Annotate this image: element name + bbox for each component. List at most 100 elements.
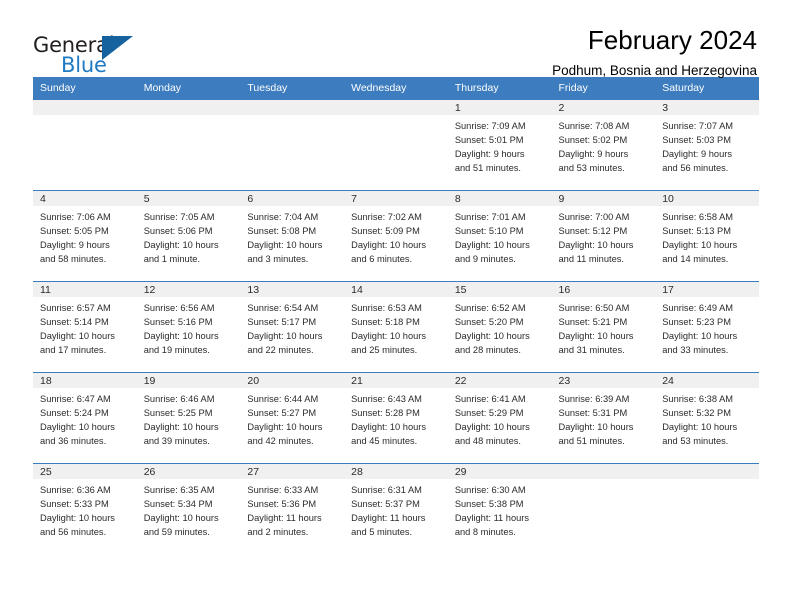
daylight-text-cont: and 8 minutes. xyxy=(454,527,516,538)
calendar-day-cell[interactable]: 12 Sunrise: 6:56 AM Sunset: 5:16 PM Dayligh… xyxy=(136,281,241,373)
daylight-text-cont: and 45 minutes. xyxy=(351,436,418,447)
calendar-day-cell[interactable]: 7 Sunrise: 7:02 AM Sunset: 5:09 PM Daylight… xyxy=(344,190,448,282)
calendar-day-cell[interactable]: 13 Sunrise: 6:54 AM Sunset: 5:17 PM Dayligh… xyxy=(240,281,345,373)
calendar-day-cell[interactable]: 6 Sunrise: 7:04 AM Sunset: 5:08 PM Daylight… xyxy=(240,190,345,282)
calendar-day-cell[interactable]: 10 Sunrise: 6:58 AM Sunset: 5:13 PM Dayligh… xyxy=(655,190,759,282)
calendar-day-cell[interactable]: 28 Sunrise: 6:31 AM Sunset: 5:37 PM Dayligh… xyxy=(344,463,448,554)
day-details: Sunrise: 7:04 AM Sunset: 5:08 PM Daylight:… xyxy=(240,206,344,267)
calendar-day-cell[interactable]: 22 Sunrise: 6:41 AM Sunset: 5:29 PM Dayligh… xyxy=(447,372,552,464)
calendar-day-cell[interactable]: 11 Sunrise: 6:57 AM Sunset: 5:14 PM Dayligh… xyxy=(33,281,137,373)
sunrise-text: Sunrise: 6:47 AM xyxy=(40,394,111,404)
weekday-header-friday: Friday xyxy=(551,77,656,100)
day-number: 17 xyxy=(655,282,759,297)
day-number xyxy=(551,464,656,479)
calendar-day-cell[interactable]: 27 Sunrise: 6:33 AM Sunset: 5:36 PM Dayligh… xyxy=(240,463,345,554)
sunrise-text: Sunrise: 6:31 AM xyxy=(351,485,422,495)
day-details: Sunrise: 6:39 AM Sunset: 5:31 PM Daylight:… xyxy=(552,388,656,449)
daylight-text: Daylight: 9 hours xyxy=(40,240,110,251)
sunrise-text: Sunrise: 6:38 AM xyxy=(662,394,734,404)
daylight-text: Daylight: 9 hours xyxy=(558,149,629,160)
day-details: Sunrise: 6:30 AM Sunset: 5:38 PM Daylight:… xyxy=(448,479,552,540)
daylight-text-cont: and 5 minutes. xyxy=(351,527,413,538)
daylight-text-cont: and 9 minutes. xyxy=(454,254,516,265)
calendar-day-cell[interactable]: 25 Sunrise: 6:36 AM Sunset: 5:33 PM Dayligh… xyxy=(33,463,137,554)
calendar-day-cell[interactable]: 21 Sunrise: 6:43 AM Sunset: 5:28 PM Dayligh… xyxy=(344,372,448,464)
calendar-day-cell[interactable]: 5 Sunrise: 7:05 AM Sunset: 5:06 PM Daylight… xyxy=(136,190,241,282)
general-blue-logo: General Blue xyxy=(33,26,153,82)
day-number: 7 xyxy=(344,191,448,206)
sunrise-text: Sunrise: 6:39 AM xyxy=(558,394,630,404)
sunset-text: Sunset: 5:02 PM xyxy=(558,135,628,146)
calendar-day-cell[interactable]: 15 Sunrise: 6:52 AM Sunset: 5:20 PM Dayligh… xyxy=(447,281,552,373)
daylight-text-cont: and 53 minutes. xyxy=(558,163,625,174)
calendar-day-cell[interactable]: 20 Sunrise: 6:44 AM Sunset: 5:27 PM Dayligh… xyxy=(240,372,345,464)
day-details: Sunrise: 6:31 AM Sunset: 5:37 PM Daylight:… xyxy=(344,479,448,540)
calendar-day-cell[interactable]: 1 Sunrise: 7:09 AM Sunset: 5:01 PM Daylight… xyxy=(447,99,552,191)
daylight-text-cont: and 31 minutes. xyxy=(558,345,625,356)
sunset-text: Sunset: 5:18 PM xyxy=(351,317,420,328)
daylight-text: Daylight: 10 hours xyxy=(247,240,323,251)
sunset-text: Sunset: 5:10 PM xyxy=(454,226,524,237)
calendar-body: 1 Sunrise: 7:09 AM Sunset: 5:01 PM Daylight… xyxy=(33,99,759,554)
calendar-day-cell[interactable]: 3 Sunrise: 7:07 AM Sunset: 5:03 PM Daylight… xyxy=(655,99,759,191)
calendar-day-cell[interactable]: 8 Sunrise: 7:01 AM Sunset: 5:10 PM Daylight… xyxy=(447,190,552,282)
calendar-day-cell[interactable]: 19 Sunrise: 6:46 AM Sunset: 5:25 PM Dayligh… xyxy=(136,372,241,464)
day-number xyxy=(136,100,241,115)
sunset-text: Sunset: 5:36 PM xyxy=(247,499,317,510)
sunrise-text: Sunrise: 7:00 AM xyxy=(558,212,630,222)
calendar-cell-empty xyxy=(655,463,759,554)
page-header: General Blue February 2024 Podhum, Bosni… xyxy=(33,0,759,78)
sunset-text: Sunset: 5:23 PM xyxy=(662,317,731,328)
calendar-cell-empty xyxy=(551,463,656,554)
day-details: Sunrise: 6:35 AM Sunset: 5:34 PM Daylight:… xyxy=(137,479,241,540)
calendar-day-cell[interactable]: 26 Sunrise: 6:35 AM Sunset: 5:34 PM Dayligh… xyxy=(136,463,241,554)
day-number: 8 xyxy=(447,191,552,206)
calendar-day-cell[interactable]: 4 Sunrise: 7:06 AM Sunset: 5:05 PM Daylight… xyxy=(33,190,137,282)
day-number xyxy=(33,100,137,115)
calendar-day-cell[interactable]: 29 Sunrise: 6:30 AM Sunset: 5:38 PM Dayligh… xyxy=(447,463,552,554)
day-details: Sunrise: 6:33 AM Sunset: 5:36 PM Daylight:… xyxy=(240,479,344,540)
calendar-day-cell[interactable]: 23 Sunrise: 6:39 AM Sunset: 5:31 PM Dayligh… xyxy=(551,372,656,464)
day-number: 27 xyxy=(240,464,345,479)
calendar-day-cell[interactable]: 2 Sunrise: 7:08 AM Sunset: 5:02 PM Daylight… xyxy=(551,99,656,191)
sunrise-text: Sunrise: 6:54 AM xyxy=(247,303,319,313)
daylight-text-cont: and 6 minutes. xyxy=(351,254,413,265)
sunrise-text: Sunrise: 6:46 AM xyxy=(143,394,215,404)
calendar-day-cell[interactable]: 16 Sunrise: 6:50 AM Sunset: 5:21 PM Dayligh… xyxy=(551,281,656,373)
sunset-text: Sunset: 5:08 PM xyxy=(247,226,317,237)
day-details: Sunrise: 6:49 AM Sunset: 5:23 PM Daylight:… xyxy=(655,297,759,358)
calendar-day-cell[interactable]: 17 Sunrise: 6:49 AM Sunset: 5:23 PM Dayligh… xyxy=(655,281,759,373)
sunrise-text: Sunrise: 7:06 AM xyxy=(40,212,111,222)
sunrise-text: Sunrise: 6:57 AM xyxy=(40,303,111,313)
calendar-day-cell[interactable]: 18 Sunrise: 6:47 AM Sunset: 5:24 PM Dayligh… xyxy=(33,372,137,464)
weekday-header-tuesday: Tuesday xyxy=(240,77,345,100)
daylight-text-cont: and 33 minutes. xyxy=(662,345,729,356)
day-number: 22 xyxy=(447,373,552,388)
sunset-text: Sunset: 5:16 PM xyxy=(143,317,213,328)
day-number: 5 xyxy=(136,191,241,206)
calendar-page: General Blue February 2024 Podhum, Bosni… xyxy=(0,0,792,612)
day-details: Sunrise: 6:50 AM Sunset: 5:21 PM Daylight:… xyxy=(552,297,656,358)
daylight-text-cont: and 28 minutes. xyxy=(454,345,521,356)
calendar-day-cell[interactable]: 24 Sunrise: 6:38 AM Sunset: 5:32 PM Dayligh… xyxy=(655,372,759,464)
calendar-week-row: 11 Sunrise: 6:57 AM Sunset: 5:14 PM Dayligh… xyxy=(33,281,759,373)
day-details: Sunrise: 6:46 AM Sunset: 5:25 PM Daylight:… xyxy=(137,388,241,449)
sunset-text: Sunset: 5:21 PM xyxy=(558,317,628,328)
daylight-text: Daylight: 10 hours xyxy=(558,240,634,251)
daylight-text-cont: and 39 minutes. xyxy=(143,436,210,447)
daylight-text-cont: and 19 minutes. xyxy=(143,345,210,356)
calendar-day-cell[interactable]: 14 Sunrise: 6:53 AM Sunset: 5:18 PM Dayligh… xyxy=(344,281,448,373)
daylight-text-cont: and 36 minutes. xyxy=(40,436,107,447)
daylight-text: Daylight: 11 hours xyxy=(351,513,426,524)
sunset-text: Sunset: 5:31 PM xyxy=(558,408,628,419)
sunset-text: Sunset: 5:38 PM xyxy=(454,499,524,510)
day-details: Sunrise: 7:06 AM Sunset: 5:05 PM Daylight:… xyxy=(33,206,137,267)
title-block: February 2024 Podhum, Bosnia and Herzego… xyxy=(552,26,759,78)
daylight-text: Daylight: 10 hours xyxy=(558,331,634,342)
sunrise-text: Sunrise: 6:44 AM xyxy=(247,394,319,404)
calendar-day-cell[interactable]: 9 Sunrise: 7:00 AM Sunset: 5:12 PM Daylight… xyxy=(551,190,656,282)
sunrise-text: Sunrise: 6:52 AM xyxy=(454,303,526,313)
daylight-text-cont: and 51 minutes. xyxy=(558,436,625,447)
day-details: Sunrise: 6:38 AM Sunset: 5:32 PM Daylight:… xyxy=(655,388,759,449)
daylight-text: Daylight: 9 hours xyxy=(454,149,525,160)
